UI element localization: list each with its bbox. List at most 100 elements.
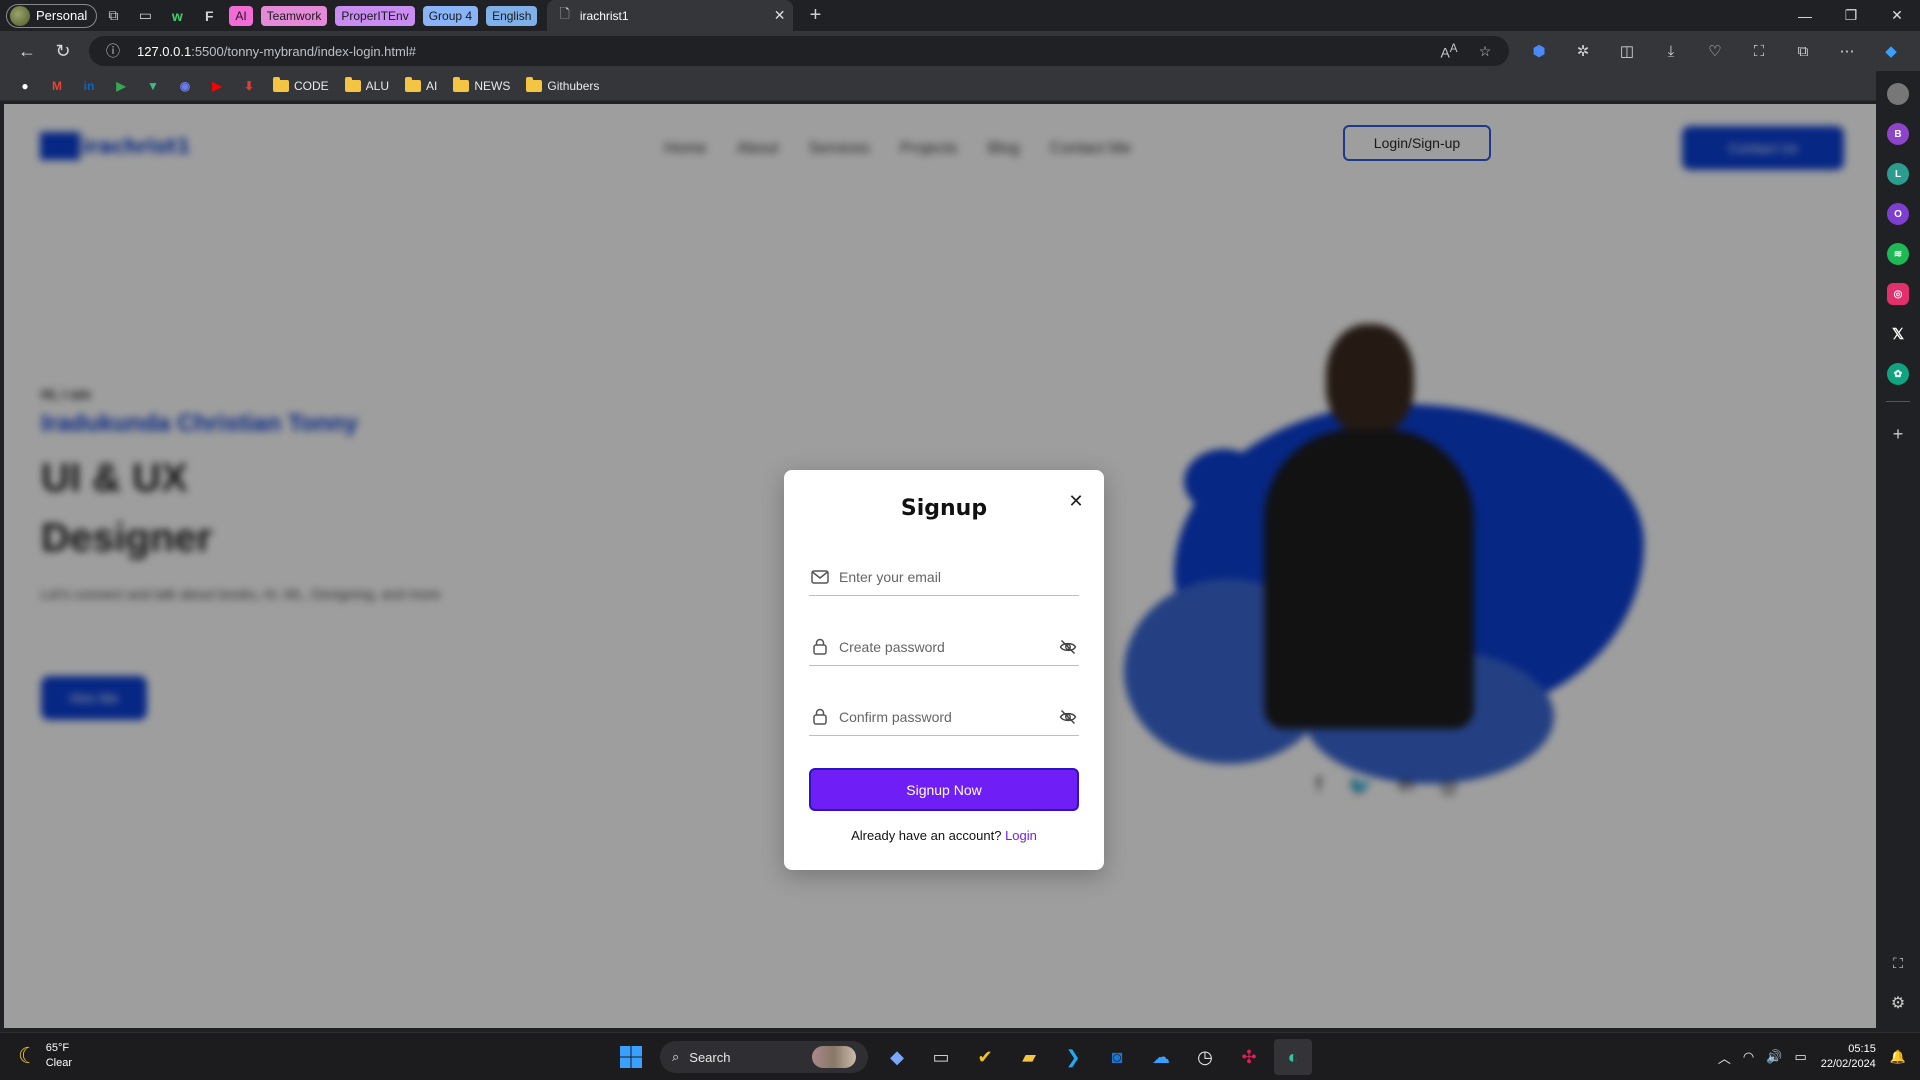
signup-modal: Signup ✕ Signup Now xyxy=(784,470,1104,870)
signup-now-button[interactable]: Signup Now xyxy=(809,768,1079,811)
favorite-star-icon[interactable]: ☆ xyxy=(1473,43,1497,60)
sidebar-item-l[interactable]: L xyxy=(1887,163,1909,185)
more-menu-icon[interactable]: ⋯ xyxy=(1825,35,1869,67)
add-sidebar-app-icon[interactable]: + xyxy=(1887,423,1909,445)
edge-browser-icon[interactable]: ◐ xyxy=(1274,1039,1312,1075)
weather-widget[interactable]: ☾ 65°F Clear xyxy=(18,1041,72,1071)
bookmark-folder-news[interactable]: NEWS xyxy=(448,75,515,97)
tab-group-ai[interactable]: AI xyxy=(229,5,253,26)
pinned-tab-f-icon[interactable]: F xyxy=(193,2,225,30)
password-input[interactable] xyxy=(839,638,1057,655)
vscode-icon[interactable]: ❯ xyxy=(1054,1039,1092,1075)
new-tab-button[interactable]: + xyxy=(801,4,829,27)
minimize-button[interactable]: — xyxy=(1782,0,1828,31)
youtube-bookmark-icon[interactable]: ▶ xyxy=(204,75,230,97)
sidebar-item-o[interactable]: O xyxy=(1887,203,1909,225)
url-text[interactable]: 127.0.0.1:5500/tonny-mybrand/index-login… xyxy=(137,44,1425,59)
sidebar-settings-icon[interactable]: ⚙ xyxy=(1887,992,1909,1014)
profile-avatar xyxy=(10,5,30,26)
github-bookmark-icon[interactable]: ● xyxy=(12,75,38,97)
envelope-icon xyxy=(809,566,831,588)
close-tab-icon[interactable]: ✕ xyxy=(774,7,786,24)
back-button[interactable]: ← xyxy=(9,33,45,69)
downloads-icon[interactable]: ⤓ xyxy=(1649,35,1693,67)
windows-start-icon[interactable] xyxy=(612,1039,650,1075)
pinned-tab-w-icon[interactable]: w xyxy=(161,2,193,30)
extension-badge-icon[interactable]: ⬢ xyxy=(1517,35,1561,67)
address-bar-row: ← ↻ ⓘ 127.0.0.1:5500/tonny-mybrand/index… xyxy=(0,31,1920,71)
battery-icon[interactable]: ▭ xyxy=(1788,1049,1812,1065)
gmail-bookmark-icon[interactable]: M xyxy=(44,75,70,97)
tab-actions-icon[interactable]: ▭ xyxy=(129,2,161,30)
volume-icon[interactable]: 🔊 xyxy=(1760,1049,1788,1065)
email-input[interactable] xyxy=(839,568,1079,585)
tab-group-group4[interactable]: Group 4 xyxy=(422,5,479,26)
site-info-icon[interactable]: ⓘ xyxy=(101,41,125,61)
bookmarks-bar: ● M in ▶ ▼ ◉ ▶ ⬇ CODE ALU AI NEWS Github… xyxy=(0,71,1920,101)
tab-group-english[interactable]: English xyxy=(486,5,538,26)
bookmark-folder-githubers[interactable]: Githubers xyxy=(521,75,604,97)
screenshot-icon[interactable]: ⛶ xyxy=(1737,35,1781,67)
wifi-icon[interactable]: ◠ xyxy=(1737,1049,1760,1065)
search-highlights-image xyxy=(812,1046,856,1068)
extensions-icon[interactable]: ✲ xyxy=(1561,35,1605,67)
tab-group-teamwork[interactable]: Teamwork xyxy=(260,5,328,26)
chatgpt-icon[interactable]: ✿ xyxy=(1887,363,1909,385)
x-twitter-icon[interactable]: 𝕏 xyxy=(1887,323,1909,345)
sidebar-screenshot-icon[interactable]: ⛶ xyxy=(1887,952,1909,974)
circle-bookmark-icon[interactable]: ◉ xyxy=(172,75,198,97)
linkedin-bookmark-icon[interactable]: in xyxy=(76,75,102,97)
bookmark-folder-code[interactable]: CODE xyxy=(268,75,334,97)
file-explorer-icon[interactable]: ▰ xyxy=(1010,1039,1048,1075)
login-link[interactable]: Login xyxy=(1005,828,1037,843)
clock-app-icon[interactable]: ◷ xyxy=(1186,1039,1224,1075)
confirm-password-input[interactable] xyxy=(839,708,1057,725)
copilot-taskbar-icon[interactable]: ◆ xyxy=(878,1039,916,1075)
close-window-button[interactable]: ✕ xyxy=(1874,0,1920,31)
todo-icon[interactable]: ✔ xyxy=(966,1039,1004,1075)
lock-icon xyxy=(809,636,831,658)
instagram-sidebar-icon[interactable]: ◎ xyxy=(1887,283,1909,305)
restore-button[interactable]: ❐ xyxy=(1828,0,1874,31)
play-bookmark-icon[interactable]: ▶ xyxy=(108,75,134,97)
sidebar-search-icon[interactable] xyxy=(1887,83,1909,105)
eye-slash-icon[interactable] xyxy=(1057,636,1079,658)
profile-label: Personal xyxy=(36,8,88,23)
weather-text: 65°F Clear xyxy=(46,1041,72,1071)
confirm-password-field xyxy=(809,698,1079,736)
spotify-icon[interactable]: ≋ xyxy=(1887,243,1909,265)
notifications-icon[interactable]: 🔔 xyxy=(1884,1049,1920,1065)
sidebar-item-b[interactable]: B xyxy=(1887,123,1909,145)
download-bookmark-icon[interactable]: ⬇ xyxy=(236,75,262,97)
collections-icon[interactable]: ⧉ xyxy=(1781,35,1825,67)
tray-overflow-icon[interactable]: ︿ xyxy=(1712,1048,1737,1067)
outlook-icon[interactable]: ◙ xyxy=(1098,1039,1136,1075)
workspaces-icon[interactable]: ⧉ xyxy=(97,2,129,30)
performance-icon[interactable]: ♡ xyxy=(1693,35,1737,67)
extensions-toolbar: ⬢ ✲ ◫ ⤓ ♡ ⛶ ⧉ ⋯ ◆ xyxy=(1517,35,1913,67)
close-icon[interactable]: ✕ xyxy=(1064,489,1088,513)
task-view-icon[interactable]: ▭ xyxy=(922,1039,960,1075)
eye-slash-icon[interactable] xyxy=(1057,706,1079,728)
split-screen-icon[interactable]: ◫ xyxy=(1605,35,1649,67)
tab-strip: Personal ⧉ ▭ w F AI Teamwork ProperITEnv… xyxy=(0,0,1920,31)
folder-icon xyxy=(453,76,470,92)
onedrive-icon[interactable]: ☁ xyxy=(1142,1039,1180,1075)
active-tab[interactable]: 🗋 irachrist1 ✕ xyxy=(547,0,794,31)
moon-icon: ☾ xyxy=(18,1043,38,1068)
bookmark-folder-ai[interactable]: AI xyxy=(400,75,442,97)
system-clock[interactable]: 05:15 22/02/2024 xyxy=(1813,1042,1884,1072)
read-aloud-icon[interactable]: AA xyxy=(1437,42,1461,61)
profile-button[interactable]: Personal xyxy=(6,3,98,28)
tab-group-properitenv[interactable]: ProperITEnv xyxy=(335,5,415,26)
copilot-icon[interactable]: ◆ xyxy=(1869,35,1913,67)
slack-icon[interactable]: ✣ xyxy=(1230,1039,1268,1075)
omnibox[interactable]: ⓘ 127.0.0.1:5500/tonny-mybrand/index-log… xyxy=(89,36,1509,66)
password-field xyxy=(809,628,1079,666)
taskbar-search[interactable]: ⌕ Search xyxy=(660,1041,868,1073)
bookmark-folder-alu[interactable]: ALU xyxy=(340,75,394,97)
vue-bookmark-icon[interactable]: ▼ xyxy=(140,75,166,97)
reload-button[interactable]: ↻ xyxy=(45,33,81,69)
temperature: 65°F xyxy=(45,1042,70,1054)
login-signup-button[interactable]: Login/Sign-up xyxy=(1343,125,1491,161)
